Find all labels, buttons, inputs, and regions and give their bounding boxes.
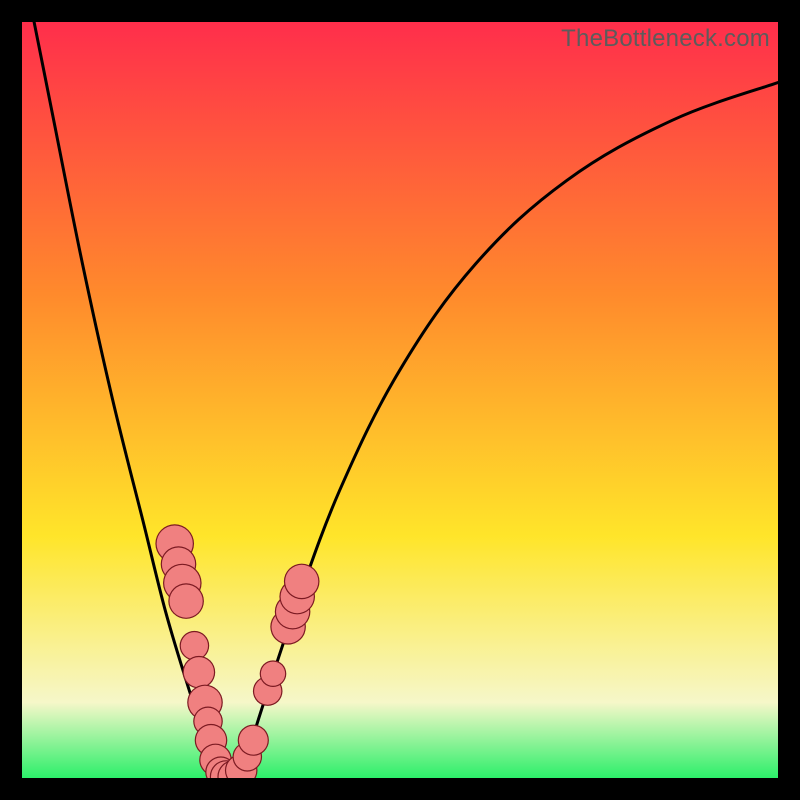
- data-marker: [239, 726, 268, 755]
- chart-svg: [22, 22, 778, 778]
- marker-cluster-right: [225, 564, 320, 778]
- data-marker: [285, 565, 318, 598]
- data-marker: [184, 657, 214, 687]
- plot-area: TheBottleneck.com: [22, 22, 778, 778]
- data-marker: [261, 662, 285, 686]
- data-marker: [170, 585, 203, 618]
- watermark-label: TheBottleneck.com: [561, 25, 770, 53]
- bottleneck-curve: [22, 22, 778, 778]
- data-marker: [181, 632, 208, 659]
- chart-frame: TheBottleneck.com: [20, 20, 780, 780]
- marker-cluster-left: [155, 524, 250, 778]
